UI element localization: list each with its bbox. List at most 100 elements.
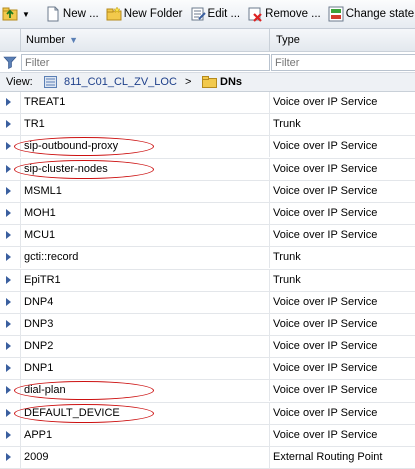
- new-button-label: New ...: [62, 8, 99, 20]
- type-cell: External Routing Point: [273, 451, 383, 463]
- column-header-number-label: Number: [26, 34, 66, 46]
- column-divider: [20, 92, 21, 113]
- number-filter-input[interactable]: [21, 54, 270, 71]
- column-divider: [269, 180, 270, 202]
- type-cell: Voice over IP Service: [273, 206, 378, 219]
- column-divider: [269, 202, 270, 224]
- annotation-ellipse: [14, 403, 154, 423]
- table-row[interactable]: TREAT1 Voice over IP Service: [0, 92, 415, 115]
- new-button[interactable]: New ...: [43, 3, 101, 25]
- edit-icon: [191, 7, 206, 21]
- column-header-type-label: Type: [276, 34, 300, 46]
- table-row[interactable]: gcti::record Trunk: [0, 247, 415, 270]
- column-divider: [269, 380, 270, 402]
- column-header-type[interactable]: Type: [276, 29, 300, 51]
- table-row[interactable]: APP1 Voice over IP Service: [0, 424, 415, 447]
- table-row[interactable]: dial-plan Voice over IP Service: [0, 380, 415, 403]
- breadcrumb-switch-link[interactable]: 811_C01_CL_ZV_LOC: [64, 73, 177, 91]
- row-expand-arrow-icon[interactable]: [6, 408, 11, 417]
- row-expand-arrow-icon[interactable]: [6, 386, 11, 395]
- switch-icon: [44, 76, 57, 88]
- table-header: Number ▼ Type: [0, 29, 415, 52]
- column-divider: [20, 225, 21, 247]
- column-divider: [269, 114, 270, 136]
- column-divider: [269, 447, 270, 468]
- column-divider: [20, 358, 21, 380]
- table-row[interactable]: TR1 Trunk: [0, 114, 415, 137]
- row-expand-arrow-icon[interactable]: [6, 297, 11, 306]
- column-divider[interactable]: [269, 29, 270, 51]
- column-divider: [269, 225, 270, 247]
- type-cell: Voice over IP Service: [273, 384, 378, 397]
- row-expand-arrow-icon[interactable]: [6, 275, 11, 284]
- type-cell: Voice over IP Service: [273, 362, 378, 375]
- sort-descending-icon: ▼: [69, 35, 79, 45]
- number-cell: DNP4: [24, 295, 54, 308]
- type-cell: Trunk: [273, 273, 301, 286]
- table-row[interactable]: DNP1 Voice over IP Service: [0, 358, 415, 381]
- column-divider: [269, 291, 270, 313]
- table-row[interactable]: MOH1 Voice over IP Service: [0, 202, 415, 226]
- number-cell: MOH1: [24, 206, 56, 219]
- row-expand-arrow-icon[interactable]: [6, 142, 11, 151]
- type-cell: Voice over IP Service: [273, 406, 378, 419]
- type-cell: Voice over IP Service: [273, 340, 378, 353]
- number-cell: EpiTR1: [24, 273, 61, 286]
- column-divider: [269, 92, 270, 113]
- number-cell: MCU1: [24, 229, 56, 242]
- breadcrumb-folder[interactable]: DNs: [220, 73, 242, 91]
- chevron-down-icon[interactable]: ▼: [22, 10, 30, 19]
- column-divider: [269, 424, 270, 446]
- remove-button[interactable]: Remove ...: [245, 3, 323, 25]
- filter-funnel-icon[interactable]: [3, 55, 17, 69]
- number-cell: TR1: [24, 118, 45, 131]
- column-divider: [20, 313, 21, 335]
- type-cell: Voice over IP Service: [273, 184, 378, 197]
- remove-button-label: Remove ...: [265, 8, 321, 20]
- table-row[interactable]: MCU1 Voice over IP Service: [0, 225, 415, 248]
- table-row[interactable]: MSML1 Voice over IP Service: [0, 180, 415, 203]
- column-divider: [269, 247, 270, 269]
- column-header-number[interactable]: Number ▼: [26, 29, 78, 51]
- column-divider: [269, 136, 270, 158]
- type-cell: Voice over IP Service: [273, 229, 378, 242]
- toolbar: ▼ New ... New Folder Edit ... Remove ...: [0, 0, 415, 29]
- row-expand-arrow-icon[interactable]: [6, 364, 11, 373]
- breadcrumb-separator: >: [185, 76, 192, 88]
- type-filter-input[interactable]: [271, 54, 415, 71]
- number-cell: TREAT1: [24, 96, 66, 108]
- table-row[interactable]: DEFAULT_DEVICE Voice over IP Service: [0, 402, 415, 425]
- row-expand-arrow-icon[interactable]: [6, 186, 11, 195]
- column-divider: [20, 336, 21, 358]
- remove-icon: [248, 7, 262, 22]
- table-row[interactable]: DNP2 Voice over IP Service: [0, 336, 415, 359]
- row-expand-arrow-icon[interactable]: [6, 342, 11, 351]
- number-cell: DNP3: [24, 317, 54, 330]
- new-folder-icon: [106, 6, 122, 21]
- change-state-button[interactable]: Change state: [326, 3, 415, 25]
- column-divider: [20, 114, 21, 136]
- row-expand-arrow-icon[interactable]: [6, 98, 11, 106]
- table-row[interactable]: DNP4 Voice over IP Service: [0, 291, 415, 314]
- new-folder-button[interactable]: New Folder: [104, 3, 185, 25]
- row-expand-arrow-icon[interactable]: [6, 120, 11, 129]
- row-expand-arrow-icon[interactable]: [6, 164, 11, 173]
- type-cell: Voice over IP Service: [273, 96, 378, 108]
- table-row[interactable]: EpiTR1 Trunk: [0, 269, 415, 292]
- type-cell: Voice over IP Service: [273, 295, 378, 308]
- row-expand-arrow-icon[interactable]: [6, 208, 11, 217]
- change-state-button-label: Change state: [345, 8, 415, 20]
- table-row[interactable]: sip-cluster-nodes Voice over IP Service: [0, 158, 415, 181]
- row-expand-arrow-icon[interactable]: [6, 430, 11, 439]
- row-expand-arrow-icon[interactable]: [6, 253, 11, 262]
- type-cell: Voice over IP Service: [273, 317, 378, 330]
- row-expand-arrow-icon[interactable]: [6, 319, 11, 328]
- table-row[interactable]: 2009 External Routing Point: [0, 447, 415, 469]
- table-row[interactable]: sip-outbound-proxy Voice over IP Service: [0, 136, 415, 159]
- table-row[interactable]: DNP3 Voice over IP Service: [0, 313, 415, 337]
- filter-row: [0, 52, 415, 73]
- edit-button[interactable]: Edit ...: [188, 3, 243, 25]
- edit-button-label: Edit ...: [207, 8, 241, 20]
- row-expand-arrow-icon[interactable]: [6, 231, 11, 240]
- up-folder-button[interactable]: ▼: [0, 3, 34, 25]
